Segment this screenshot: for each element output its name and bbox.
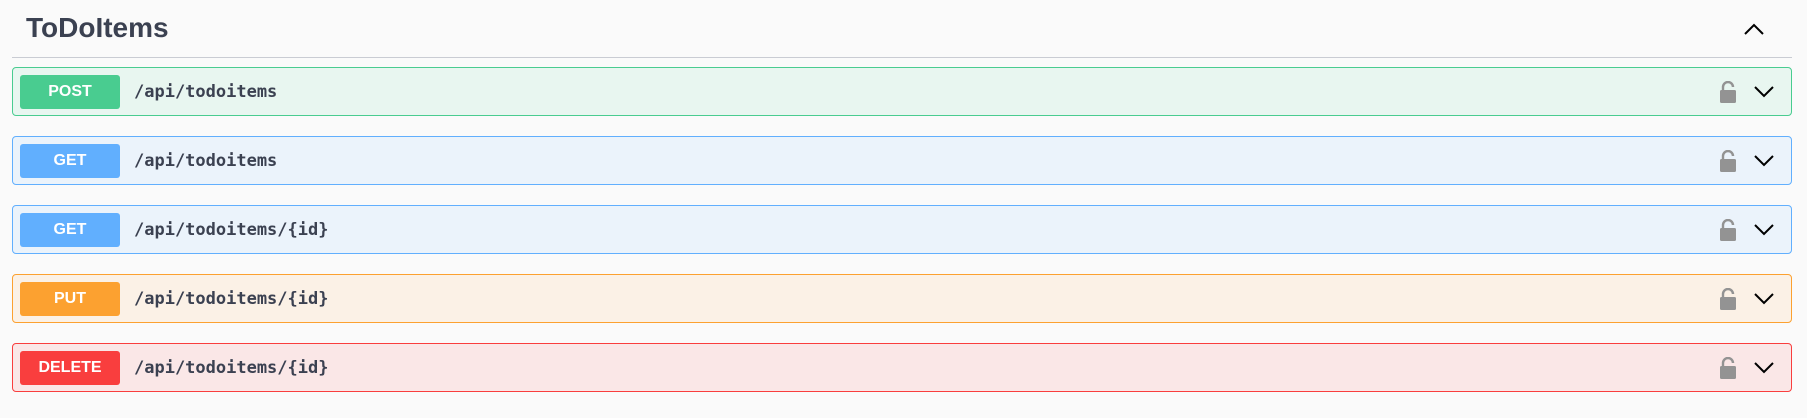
operation-post-todoitems[interactable]: POST /api/todoitems <box>12 67 1792 116</box>
collapse-button[interactable] <box>1732 7 1776 51</box>
lock-icon <box>1720 287 1736 310</box>
chevron-down-icon <box>1754 154 1774 166</box>
lock-icon <box>1720 80 1736 103</box>
authorize-button[interactable] <box>1717 354 1739 382</box>
chevron-up-icon <box>1744 23 1764 35</box>
chevron-down-icon <box>1754 292 1774 304</box>
operation-get-todoitems[interactable]: GET /api/todoitems <box>12 136 1792 185</box>
lock-icon <box>1720 356 1736 379</box>
authorize-button[interactable] <box>1717 285 1739 313</box>
lock-icon <box>1720 149 1736 172</box>
chevron-down-icon <box>1754 223 1774 235</box>
method-badge[interactable]: PUT <box>20 281 120 316</box>
tag-section-todoitems: ToDoItems POST /api/todoitems GET /api/t… <box>12 0 1792 412</box>
operations-list: POST /api/todoitems GET /api/todoitems G… <box>12 67 1792 392</box>
operation-put-todoitem[interactable]: PUT /api/todoitems/{id} <box>12 274 1792 323</box>
method-badge[interactable]: GET <box>20 212 120 247</box>
authorize-button[interactable] <box>1717 147 1739 175</box>
chevron-down-icon <box>1754 85 1774 97</box>
operation-path[interactable]: /api/todoitems/{id} <box>134 358 328 378</box>
operation-path[interactable]: /api/todoitems <box>134 82 277 102</box>
operation-path[interactable]: /api/todoitems <box>134 151 277 171</box>
expand-button[interactable] <box>1751 355 1777 381</box>
expand-button[interactable] <box>1751 217 1777 243</box>
authorize-button[interactable] <box>1717 78 1739 106</box>
authorize-button[interactable] <box>1717 216 1739 244</box>
expand-button[interactable] <box>1751 148 1777 174</box>
chevron-down-icon <box>1754 361 1774 373</box>
section-title: ToDoItems <box>26 11 169 43</box>
operation-path[interactable]: /api/todoitems/{id} <box>134 289 328 309</box>
method-badge[interactable]: GET <box>20 143 120 178</box>
operation-get-todoitem-by-id[interactable]: GET /api/todoitems/{id} <box>12 205 1792 254</box>
method-badge[interactable]: DELETE <box>20 350 120 385</box>
operation-delete-todoitem[interactable]: DELETE /api/todoitems/{id} <box>12 343 1792 392</box>
lock-icon <box>1720 218 1736 241</box>
expand-button[interactable] <box>1751 79 1777 105</box>
expand-button[interactable] <box>1751 286 1777 312</box>
method-badge[interactable]: POST <box>20 74 120 109</box>
operation-path[interactable]: /api/todoitems/{id} <box>134 220 328 240</box>
section-header[interactable]: ToDoItems <box>12 0 1792 58</box>
